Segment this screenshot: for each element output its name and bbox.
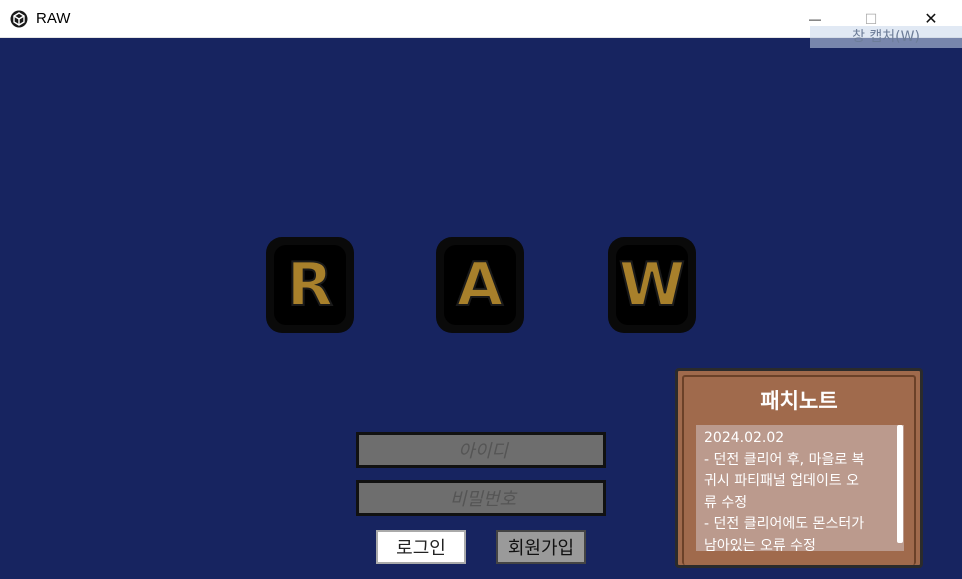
unity-app-icon (10, 10, 28, 28)
patch-note-line: 류 수정 (704, 494, 748, 511)
logo-letter-w-text: W (618, 250, 686, 320)
game-canvas[interactable]: R A W 로그인 회원가입 패치노트 2024.02.02 - 던전 클리어 … (0, 38, 962, 579)
patch-note-line: 2024.02.02 (704, 430, 785, 446)
login-button[interactable]: 로그인 (376, 530, 466, 564)
patch-note-line: - 던전 클리어 후, 마을로 복 (704, 451, 865, 468)
maximize-icon: ☐ (864, 10, 878, 27)
window-title: RAW (36, 10, 71, 27)
password-field[interactable] (356, 480, 607, 516)
patch-note-line: - 던전 클리어에도 몬스터가 (704, 516, 865, 532)
patch-notes-panel: 패치노트 2024.02.02 - 던전 클리어 후, 마을로 복 귀시 파티패… (675, 368, 923, 568)
minimize-icon: — (809, 12, 821, 26)
signup-button[interactable]: 회원가입 (496, 530, 586, 564)
patch-notes-title: 패치노트 (760, 389, 838, 413)
patch-notes-scroll-area[interactable]: 2024.02.02 - 던전 클리어 후, 마을로 복 귀시 파티패널 업데이… (696, 425, 904, 551)
logo-letter-w: W (608, 237, 696, 333)
logo-letter-a-text: A (456, 250, 504, 320)
password-input[interactable] (359, 483, 607, 515)
id-input[interactable] (359, 435, 607, 467)
logo-letter-a: A (436, 237, 524, 333)
logo-letter-r: R (266, 237, 354, 333)
patch-notes-scroll-thumb[interactable] (897, 425, 903, 543)
patch-note-line: 남아있는 오류 수정 (704, 537, 816, 552)
window-capture-tooltip: 창 캡처(W) (810, 26, 962, 48)
logo-letter-r-text: R (286, 250, 334, 320)
id-field[interactable] (356, 432, 607, 468)
patch-notes-scrollbar[interactable] (896, 425, 904, 551)
patch-notes-content: 2024.02.02 - 던전 클리어 후, 마을로 복 귀시 파티패널 업데이… (696, 425, 904, 551)
patch-note-line: 귀시 파티패널 업데이트 오 (704, 473, 860, 489)
